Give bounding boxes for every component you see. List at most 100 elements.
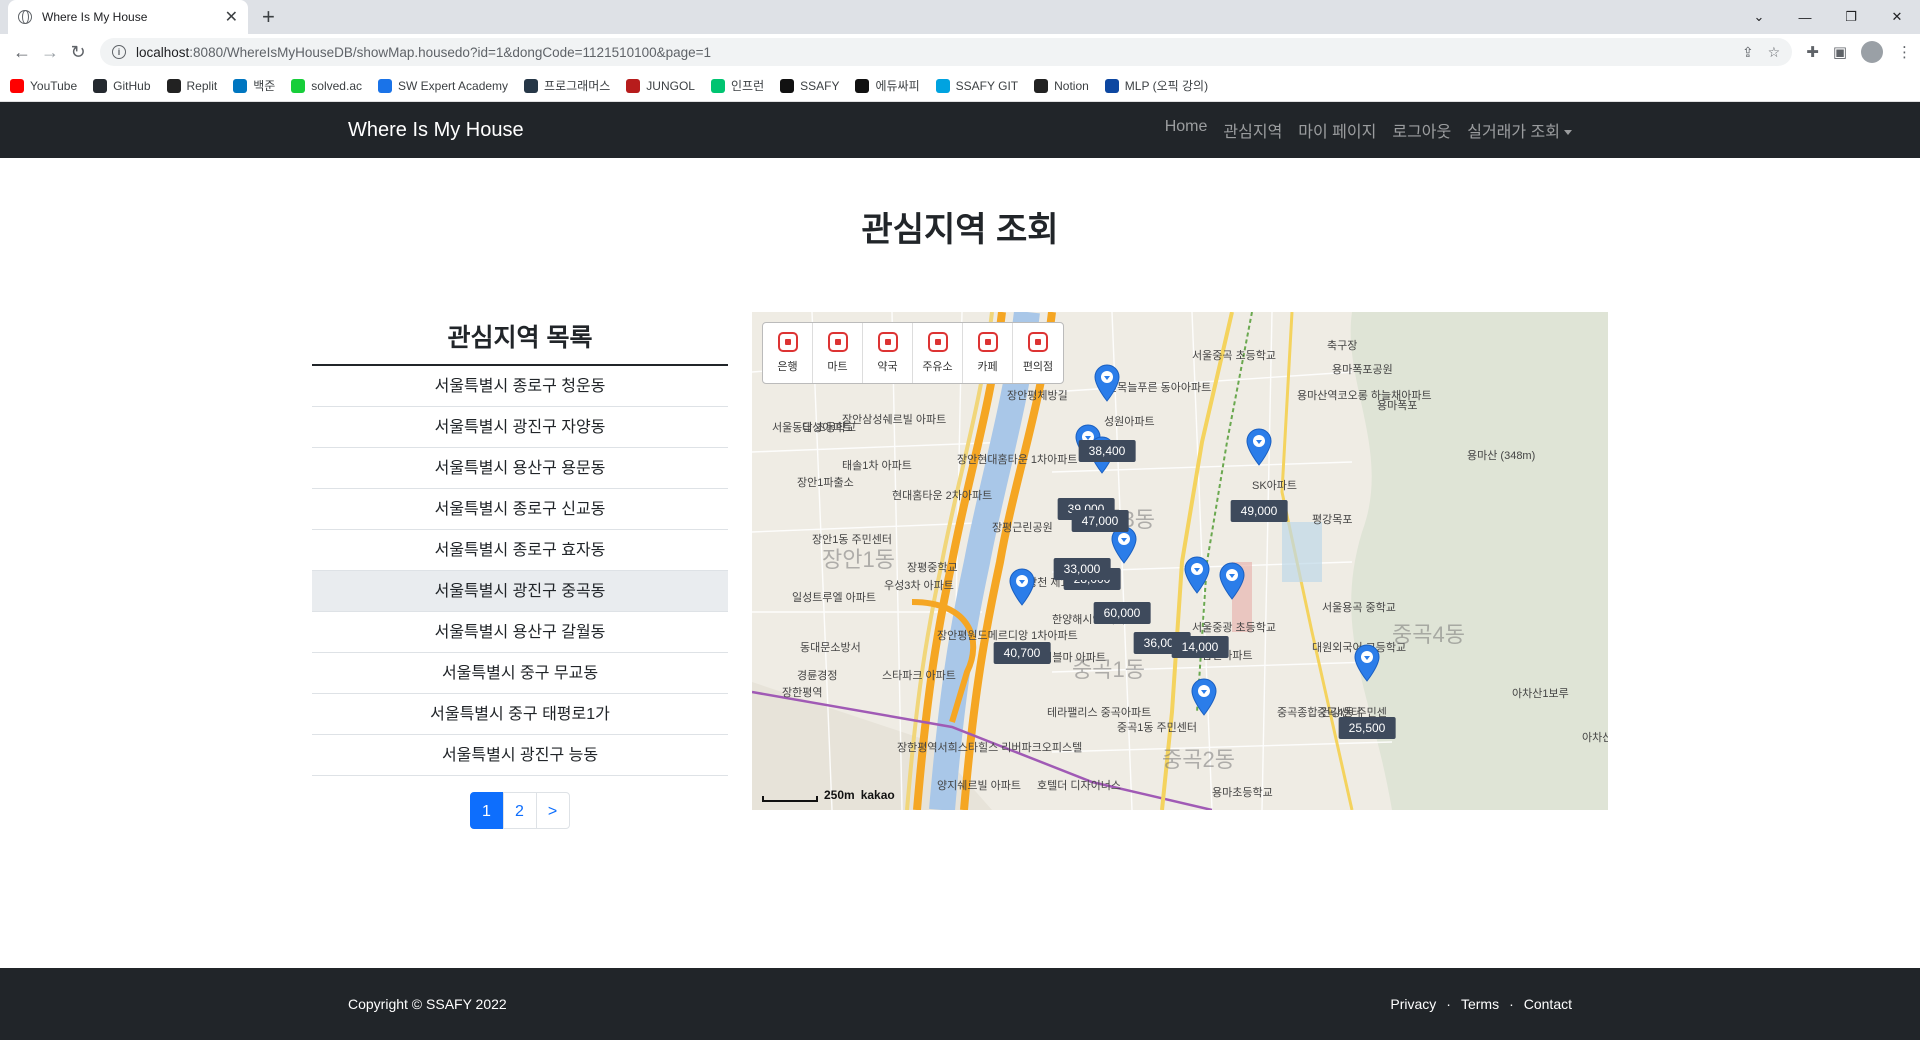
list-item[interactable]: 서울특별시 광진구 중곡동 — [312, 571, 728, 612]
map-place-label: 면목늘푸른 동아아파트 — [1107, 382, 1212, 394]
bookmark-item[interactable]: GitHub — [93, 78, 151, 93]
page-1-button[interactable]: 1 — [469, 792, 504, 829]
category-button[interactable]: 약국 — [863, 323, 913, 383]
extensions-icon[interactable]: ✚ — [1806, 43, 1819, 61]
price-tag[interactable]: 60,000 — [1093, 602, 1151, 624]
browser-tab-strip: Where Is My House ✕ + ⌄ — ❐ ✕ — [0, 0, 1920, 34]
price-tag[interactable]: 33,000 — [1053, 558, 1111, 580]
footer-contact-link[interactable]: Contact — [1524, 996, 1572, 1012]
bookmark-item[interactable]: SSAFY — [780, 78, 839, 93]
bookmark-item[interactable]: 프로그래머스 — [524, 77, 610, 94]
list-item[interactable]: 서울특별시 중구 태평로1가 — [312, 694, 728, 735]
bookmark-label: 백준 — [253, 79, 276, 93]
list-item[interactable]: 서울특별시 용산구 용문동 — [312, 448, 728, 489]
footer-separator: · — [1509, 996, 1514, 1012]
forward-icon[interactable]: → — [36, 42, 64, 63]
back-icon[interactable]: ← — [8, 42, 36, 63]
map-place-label: 서울중광 초등학교 — [1192, 622, 1277, 634]
address-bar: ← → ↻ i localhost :8080/WhereIsMyHouseDB… — [0, 34, 1920, 70]
nav-home[interactable]: Home — [1165, 118, 1208, 142]
nav-price-dropdown[interactable]: 실거래가 조회 — [1467, 118, 1572, 142]
map-place-label: 용마산 (348m) — [1467, 450, 1536, 462]
list-item[interactable]: 서울특별시 종로구 청운동 — [312, 366, 728, 407]
category-button[interactable]: 주유소 — [913, 323, 963, 383]
map-marker-icon[interactable] — [1218, 562, 1246, 600]
site-navbar: Where Is My House Home 관심지역 마이 페이지 로그아웃 … — [0, 102, 1920, 158]
main-content: 관심지역 조회 관심지역 목록 서울특별시 종로구 청운동 서울특별시 광진구 자… — [0, 158, 1920, 978]
category-button[interactable]: 편의점 — [1013, 323, 1063, 383]
list-item[interactable]: 서울특별시 용산구 갈월동 — [312, 612, 728, 653]
page-2-button[interactable]: 2 — [502, 792, 537, 829]
price-tag[interactable]: 14,000 — [1171, 636, 1229, 658]
tab-search-icon[interactable]: ⌄ — [1736, 9, 1782, 25]
category-button[interactable]: 카페 — [963, 323, 1013, 383]
list-item[interactable]: 서울특별시 종로구 효자동 — [312, 530, 728, 571]
footer-terms-link[interactable]: Terms — [1461, 996, 1499, 1012]
bookmark-item[interactable]: 에듀싸피 — [855, 77, 920, 94]
bookmark-star-icon[interactable]: ☆ — [1768, 44, 1781, 61]
bookmark-item[interactable]: 인프런 — [710, 77, 764, 94]
category-button[interactable]: 은행 — [763, 323, 813, 383]
list-item[interactable]: 서울특별시 종로구 신교동 — [312, 489, 728, 530]
share-icon[interactable]: ⇪ — [1742, 44, 1754, 61]
bookmark-label: GitHub — [113, 78, 151, 93]
brand-link[interactable]: Where Is My House — [348, 119, 524, 142]
close-window-button[interactable]: ✕ — [1874, 9, 1920, 25]
kakao-map[interactable]: 은행 마트 약국 주유소 카페 편의점 장안평체방길 성원아파트 장안삼성쉐르빌 아파트 대성아… — [752, 312, 1608, 810]
side-panel-icon[interactable]: ▣ — [1833, 43, 1847, 61]
map-place-label: 아차산 해맞이공원 — [1582, 732, 1608, 744]
map-marker-icon[interactable] — [1093, 364, 1121, 402]
list-item[interactable]: 서울특별시 광진구 자양동 — [312, 407, 728, 448]
map-dong-label: 중곡4동 — [1392, 622, 1465, 647]
bookmark-item[interactable]: MLP (오픽 강의) — [1104, 77, 1209, 94]
map-marker-icon[interactable] — [1190, 678, 1218, 716]
bookmark-item[interactable]: SSAFY GIT — [935, 78, 1019, 93]
price-tag[interactable]: 40,700 — [993, 642, 1051, 664]
bookmark-favicon-icon — [93, 78, 108, 93]
price-tag[interactable]: 25,500 — [1338, 717, 1396, 739]
bookmark-item[interactable]: SW Expert Academy — [378, 78, 508, 93]
bookmark-item[interactable]: Notion — [1034, 78, 1089, 93]
site-info-icon[interactable]: i — [112, 45, 126, 59]
bookmark-item[interactable]: 백준 — [233, 77, 275, 94]
map-place-label: 태솔1차 아파트 — [842, 460, 912, 472]
map-place-label: 장평근린공원 — [992, 522, 1053, 534]
map-marker-icon[interactable] — [1353, 644, 1381, 682]
nav-logout[interactable]: 로그아웃 — [1392, 118, 1451, 142]
bookmark-item[interactable]: JUNGOL — [626, 78, 695, 93]
bookmark-favicon-icon — [233, 78, 248, 93]
bookmark-favicon-icon — [855, 78, 870, 93]
copyright-text: Copyright © SSAFY 2022 — [348, 996, 507, 1012]
menu-kebab-icon[interactable]: ⋮ — [1897, 43, 1912, 61]
bookmark-favicon-icon — [524, 78, 539, 93]
price-tag[interactable]: 49,000 — [1230, 500, 1288, 522]
price-tag[interactable]: 47,000 — [1071, 510, 1129, 532]
list-item[interactable]: 서울특별시 중구 무교동 — [312, 653, 728, 694]
bookmark-label: SSAFY GIT — [955, 78, 1019, 93]
bookmark-item[interactable]: Replit — [166, 78, 217, 93]
reload-icon[interactable]: ↻ — [64, 42, 92, 63]
next-page-button[interactable]: > — [535, 792, 570, 829]
browser-tab[interactable]: Where Is My House ✕ — [8, 0, 248, 34]
restore-button[interactable]: ❐ — [1828, 9, 1874, 25]
category-button[interactable]: 마트 — [813, 323, 863, 383]
bookmark-item[interactable]: solved.ac — [291, 78, 362, 93]
map-dong-label: 중곡2동 — [1162, 747, 1235, 772]
price-tag[interactable]: 38,400 — [1078, 440, 1136, 462]
new-tab-button[interactable]: + — [262, 4, 275, 30]
site-footer: Copyright © SSAFY 2022 Privacy · Terms ·… — [0, 968, 1920, 1040]
close-tab-icon[interactable]: ✕ — [225, 7, 238, 27]
nav-my-page[interactable]: 마이 페이지 — [1298, 118, 1376, 142]
url-field[interactable]: i localhost :8080/WhereIsMyHouseDB/showM… — [100, 38, 1793, 66]
profile-avatar[interactable] — [1861, 41, 1883, 63]
bookmark-label: MLP (오픽 강의) — [1124, 79, 1209, 93]
footer-privacy-link[interactable]: Privacy — [1390, 996, 1436, 1012]
minimize-button[interactable]: — — [1782, 10, 1828, 25]
list-item[interactable]: 서울특별시 광진구 능동 — [312, 735, 728, 776]
map-marker-icon[interactable] — [1245, 428, 1273, 466]
map-marker-icon[interactable] — [1008, 568, 1036, 606]
bookmark-item[interactable]: YouTube — [10, 78, 77, 93]
map-marker-icon[interactable] — [1183, 556, 1211, 594]
map-place-label: 용마폭포공원 — [1332, 364, 1393, 376]
nav-interest-area[interactable]: 관심지역 — [1223, 118, 1282, 142]
